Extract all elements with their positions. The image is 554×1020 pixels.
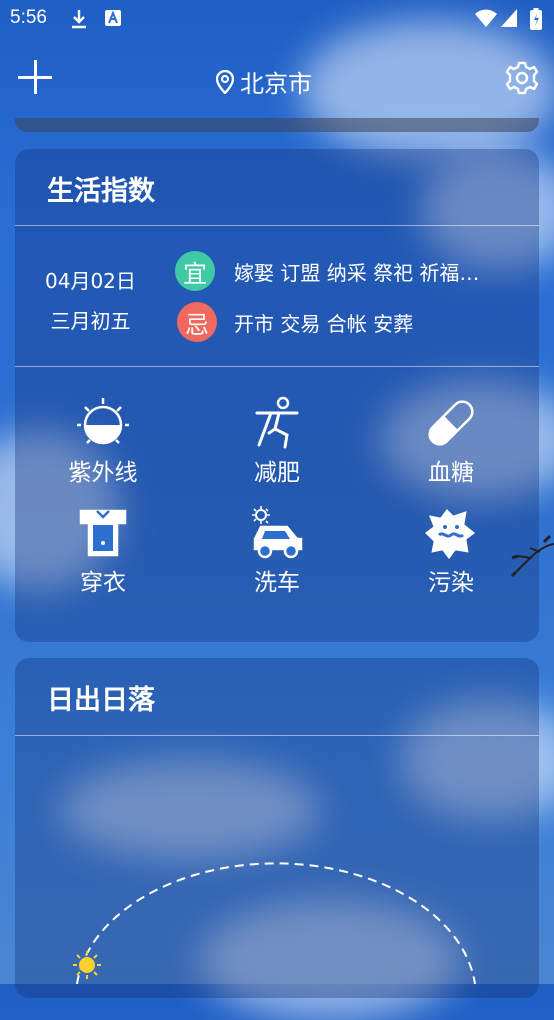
- previous-card-edge: [15, 118, 539, 132]
- life-index-title: 生活指数: [47, 176, 155, 207]
- plant-decoration: [510, 534, 554, 578]
- status-bar: 5:56: [0, 0, 554, 38]
- divider: [15, 366, 539, 367]
- clothes-icon: [79, 509, 127, 557]
- index-label: 污染: [428, 570, 474, 596]
- index-item-weight-loss[interactable]: 减肥: [207, 395, 347, 487]
- index-item-uv[interactable]: 紫外线: [33, 395, 173, 487]
- car-wash-icon: [252, 506, 303, 559]
- settings-gear-icon[interactable]: [504, 60, 540, 96]
- sunrise-sunset-card: 日出日落: [15, 658, 539, 998]
- index-label: 血糖: [428, 460, 474, 486]
- uv-icon: [77, 398, 129, 445]
- pill-icon: [428, 400, 474, 446]
- lunar-date: 三月初五: [50, 309, 131, 333]
- add-city-button[interactable]: [16, 58, 56, 98]
- pollution-icon: [425, 509, 476, 560]
- exercise-icon: [255, 396, 299, 449]
- city-name: 北京市: [240, 70, 312, 98]
- index-item-pollution[interactable]: 污染: [381, 505, 521, 597]
- avoid-badge: 忌: [177, 302, 217, 342]
- index-label: 紫外线: [68, 460, 138, 486]
- signal-icon: [501, 9, 517, 27]
- status-time: 5:56: [10, 7, 47, 28]
- app-header: 北京市: [0, 48, 554, 110]
- battery-icon: [530, 8, 542, 30]
- index-label: 减肥: [254, 460, 300, 486]
- suitable-activities: 嫁娶 订盟 纳采 祭祀 祈福…: [234, 261, 480, 285]
- life-index-card: 生活指数 04月02日 三月初五 宜 嫁娶 订盟 纳采 祭祀 祈福… 忌 开市 …: [15, 149, 539, 642]
- avoid-activities: 开市 交易 合帐 安葬: [234, 312, 414, 336]
- divider: [15, 225, 539, 226]
- location-pin-icon: [216, 69, 234, 94]
- suitable-badge: 宜: [175, 251, 215, 291]
- index-item-blood-sugar[interactable]: 血糖: [381, 395, 521, 487]
- solar-date: 04月02日: [45, 269, 136, 293]
- almanac-date: 04月02日 三月初五: [45, 261, 136, 341]
- wifi-icon: [475, 9, 497, 27]
- sun-icon: [73, 951, 101, 979]
- sun-arc: [76, 862, 476, 985]
- city-selector[interactable]: 北京市: [216, 64, 312, 99]
- font-icon: [105, 10, 121, 26]
- index-item-clothing[interactable]: 穿衣: [33, 505, 173, 597]
- download-icon: [72, 10, 86, 29]
- index-item-car-wash[interactable]: 洗车: [207, 505, 347, 597]
- index-label: 洗车: [254, 570, 300, 596]
- index-label: 穿衣: [80, 570, 126, 596]
